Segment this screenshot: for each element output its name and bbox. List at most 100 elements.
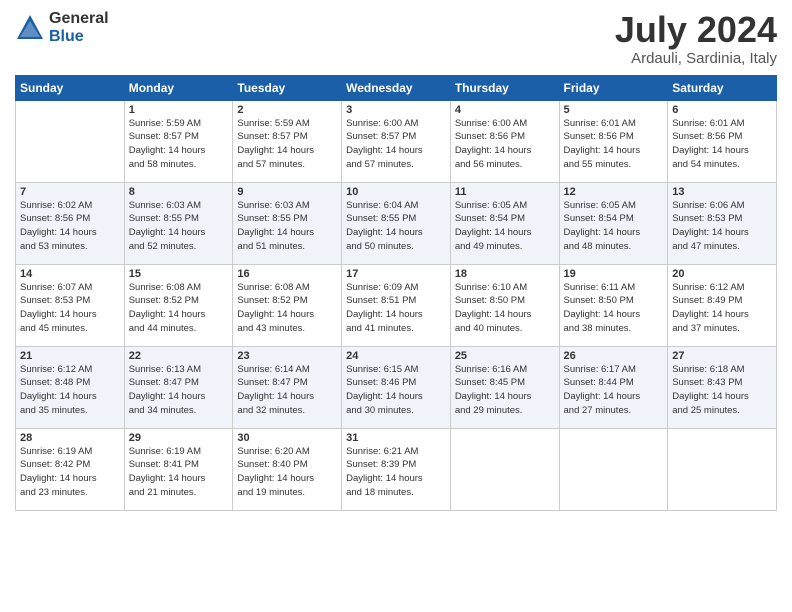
calendar-cell: 30Sunrise: 6:20 AM Sunset: 8:40 PM Dayli… [233, 428, 342, 510]
logo-blue-text: Blue [49, 28, 109, 46]
day-number: 20 [672, 268, 772, 280]
day-info: Sunrise: 6:02 AM Sunset: 8:56 PM Dayligh… [20, 199, 120, 254]
logo: General Blue [15, 10, 109, 45]
day-number: 18 [455, 268, 555, 280]
calendar-cell: 31Sunrise: 6:21 AM Sunset: 8:39 PM Dayli… [342, 428, 451, 510]
calendar-cell: 8Sunrise: 6:03 AM Sunset: 8:55 PM Daylig… [124, 182, 233, 264]
day-info: Sunrise: 6:04 AM Sunset: 8:55 PM Dayligh… [346, 199, 446, 254]
day-info: Sunrise: 6:20 AM Sunset: 8:40 PM Dayligh… [237, 445, 337, 500]
week-row-2: 7Sunrise: 6:02 AM Sunset: 8:56 PM Daylig… [16, 182, 777, 264]
calendar-cell: 5Sunrise: 6:01 AM Sunset: 8:56 PM Daylig… [559, 100, 668, 182]
col-thursday: Thursday [450, 75, 559, 100]
calendar-cell: 4Sunrise: 6:00 AM Sunset: 8:56 PM Daylig… [450, 100, 559, 182]
day-info: Sunrise: 6:19 AM Sunset: 8:42 PM Dayligh… [20, 445, 120, 500]
location-text: Ardauli, Sardinia, Italy [615, 50, 777, 67]
calendar-cell: 19Sunrise: 6:11 AM Sunset: 8:50 PM Dayli… [559, 264, 668, 346]
day-info: Sunrise: 6:16 AM Sunset: 8:45 PM Dayligh… [455, 363, 555, 418]
day-info: Sunrise: 6:01 AM Sunset: 8:56 PM Dayligh… [672, 117, 772, 172]
calendar-cell: 3Sunrise: 6:00 AM Sunset: 8:57 PM Daylig… [342, 100, 451, 182]
day-number: 12 [564, 186, 664, 198]
calendar-cell: 22Sunrise: 6:13 AM Sunset: 8:47 PM Dayli… [124, 346, 233, 428]
col-wednesday: Wednesday [342, 75, 451, 100]
day-info: Sunrise: 6:06 AM Sunset: 8:53 PM Dayligh… [672, 199, 772, 254]
page-container: General Blue July 2024 Ardauli, Sardinia… [0, 0, 792, 521]
day-info: Sunrise: 6:03 AM Sunset: 8:55 PM Dayligh… [237, 199, 337, 254]
day-number: 9 [237, 186, 337, 198]
day-number: 5 [564, 104, 664, 116]
day-info: Sunrise: 6:15 AM Sunset: 8:46 PM Dayligh… [346, 363, 446, 418]
day-info: Sunrise: 6:10 AM Sunset: 8:50 PM Dayligh… [455, 281, 555, 336]
day-info: Sunrise: 5:59 AM Sunset: 8:57 PM Dayligh… [237, 117, 337, 172]
day-number: 8 [129, 186, 229, 198]
header-row: Sunday Monday Tuesday Wednesday Thursday… [16, 75, 777, 100]
col-monday: Monday [124, 75, 233, 100]
calendar-cell: 27Sunrise: 6:18 AM Sunset: 8:43 PM Dayli… [668, 346, 777, 428]
day-number: 1 [129, 104, 229, 116]
calendar-cell: 14Sunrise: 6:07 AM Sunset: 8:53 PM Dayli… [16, 264, 125, 346]
col-saturday: Saturday [668, 75, 777, 100]
col-friday: Friday [559, 75, 668, 100]
logo-icon [15, 13, 45, 43]
title-block: July 2024 Ardauli, Sardinia, Italy [615, 10, 777, 67]
calendar-cell: 18Sunrise: 6:10 AM Sunset: 8:50 PM Dayli… [450, 264, 559, 346]
day-info: Sunrise: 6:05 AM Sunset: 8:54 PM Dayligh… [455, 199, 555, 254]
calendar-cell: 28Sunrise: 6:19 AM Sunset: 8:42 PM Dayli… [16, 428, 125, 510]
day-info: Sunrise: 6:01 AM Sunset: 8:56 PM Dayligh… [564, 117, 664, 172]
day-info: Sunrise: 6:14 AM Sunset: 8:47 PM Dayligh… [237, 363, 337, 418]
week-row-4: 21Sunrise: 6:12 AM Sunset: 8:48 PM Dayli… [16, 346, 777, 428]
calendar-cell: 24Sunrise: 6:15 AM Sunset: 8:46 PM Dayli… [342, 346, 451, 428]
calendar-cell: 21Sunrise: 6:12 AM Sunset: 8:48 PM Dayli… [16, 346, 125, 428]
calendar-cell: 9Sunrise: 6:03 AM Sunset: 8:55 PM Daylig… [233, 182, 342, 264]
calendar-body: 1Sunrise: 5:59 AM Sunset: 8:57 PM Daylig… [16, 100, 777, 510]
day-number: 10 [346, 186, 446, 198]
day-number: 29 [129, 432, 229, 444]
day-number: 26 [564, 350, 664, 362]
day-info: Sunrise: 6:09 AM Sunset: 8:51 PM Dayligh… [346, 281, 446, 336]
week-row-5: 28Sunrise: 6:19 AM Sunset: 8:42 PM Dayli… [16, 428, 777, 510]
day-info: Sunrise: 6:05 AM Sunset: 8:54 PM Dayligh… [564, 199, 664, 254]
calendar-cell: 23Sunrise: 6:14 AM Sunset: 8:47 PM Dayli… [233, 346, 342, 428]
month-title: July 2024 [615, 10, 777, 50]
col-sunday: Sunday [16, 75, 125, 100]
day-number: 28 [20, 432, 120, 444]
calendar-cell: 7Sunrise: 6:02 AM Sunset: 8:56 PM Daylig… [16, 182, 125, 264]
calendar-cell [16, 100, 125, 182]
logo-text: General Blue [49, 10, 109, 45]
day-info: Sunrise: 5:59 AM Sunset: 8:57 PM Dayligh… [129, 117, 229, 172]
week-row-1: 1Sunrise: 5:59 AM Sunset: 8:57 PM Daylig… [16, 100, 777, 182]
week-row-3: 14Sunrise: 6:07 AM Sunset: 8:53 PM Dayli… [16, 264, 777, 346]
logo-general-text: General [49, 10, 109, 28]
calendar-cell: 12Sunrise: 6:05 AM Sunset: 8:54 PM Dayli… [559, 182, 668, 264]
calendar-cell: 11Sunrise: 6:05 AM Sunset: 8:54 PM Dayli… [450, 182, 559, 264]
calendar-cell: 10Sunrise: 6:04 AM Sunset: 8:55 PM Dayli… [342, 182, 451, 264]
day-info: Sunrise: 6:03 AM Sunset: 8:55 PM Dayligh… [129, 199, 229, 254]
calendar-header: Sunday Monday Tuesday Wednesday Thursday… [16, 75, 777, 100]
day-number: 30 [237, 432, 337, 444]
calendar-cell: 16Sunrise: 6:08 AM Sunset: 8:52 PM Dayli… [233, 264, 342, 346]
day-info: Sunrise: 6:17 AM Sunset: 8:44 PM Dayligh… [564, 363, 664, 418]
day-info: Sunrise: 6:00 AM Sunset: 8:56 PM Dayligh… [455, 117, 555, 172]
day-info: Sunrise: 6:12 AM Sunset: 8:48 PM Dayligh… [20, 363, 120, 418]
day-number: 6 [672, 104, 772, 116]
day-number: 23 [237, 350, 337, 362]
day-number: 7 [20, 186, 120, 198]
day-number: 15 [129, 268, 229, 280]
day-number: 25 [455, 350, 555, 362]
calendar-cell: 25Sunrise: 6:16 AM Sunset: 8:45 PM Dayli… [450, 346, 559, 428]
day-number: 2 [237, 104, 337, 116]
calendar-cell: 2Sunrise: 5:59 AM Sunset: 8:57 PM Daylig… [233, 100, 342, 182]
day-info: Sunrise: 6:12 AM Sunset: 8:49 PM Dayligh… [672, 281, 772, 336]
calendar-cell: 6Sunrise: 6:01 AM Sunset: 8:56 PM Daylig… [668, 100, 777, 182]
calendar-cell: 26Sunrise: 6:17 AM Sunset: 8:44 PM Dayli… [559, 346, 668, 428]
page-header: General Blue July 2024 Ardauli, Sardinia… [15, 10, 777, 67]
day-info: Sunrise: 6:19 AM Sunset: 8:41 PM Dayligh… [129, 445, 229, 500]
day-info: Sunrise: 6:08 AM Sunset: 8:52 PM Dayligh… [237, 281, 337, 336]
day-number: 31 [346, 432, 446, 444]
day-info: Sunrise: 6:21 AM Sunset: 8:39 PM Dayligh… [346, 445, 446, 500]
day-info: Sunrise: 6:13 AM Sunset: 8:47 PM Dayligh… [129, 363, 229, 418]
calendar-cell: 13Sunrise: 6:06 AM Sunset: 8:53 PM Dayli… [668, 182, 777, 264]
calendar-cell [559, 428, 668, 510]
day-number: 3 [346, 104, 446, 116]
day-number: 17 [346, 268, 446, 280]
day-number: 13 [672, 186, 772, 198]
